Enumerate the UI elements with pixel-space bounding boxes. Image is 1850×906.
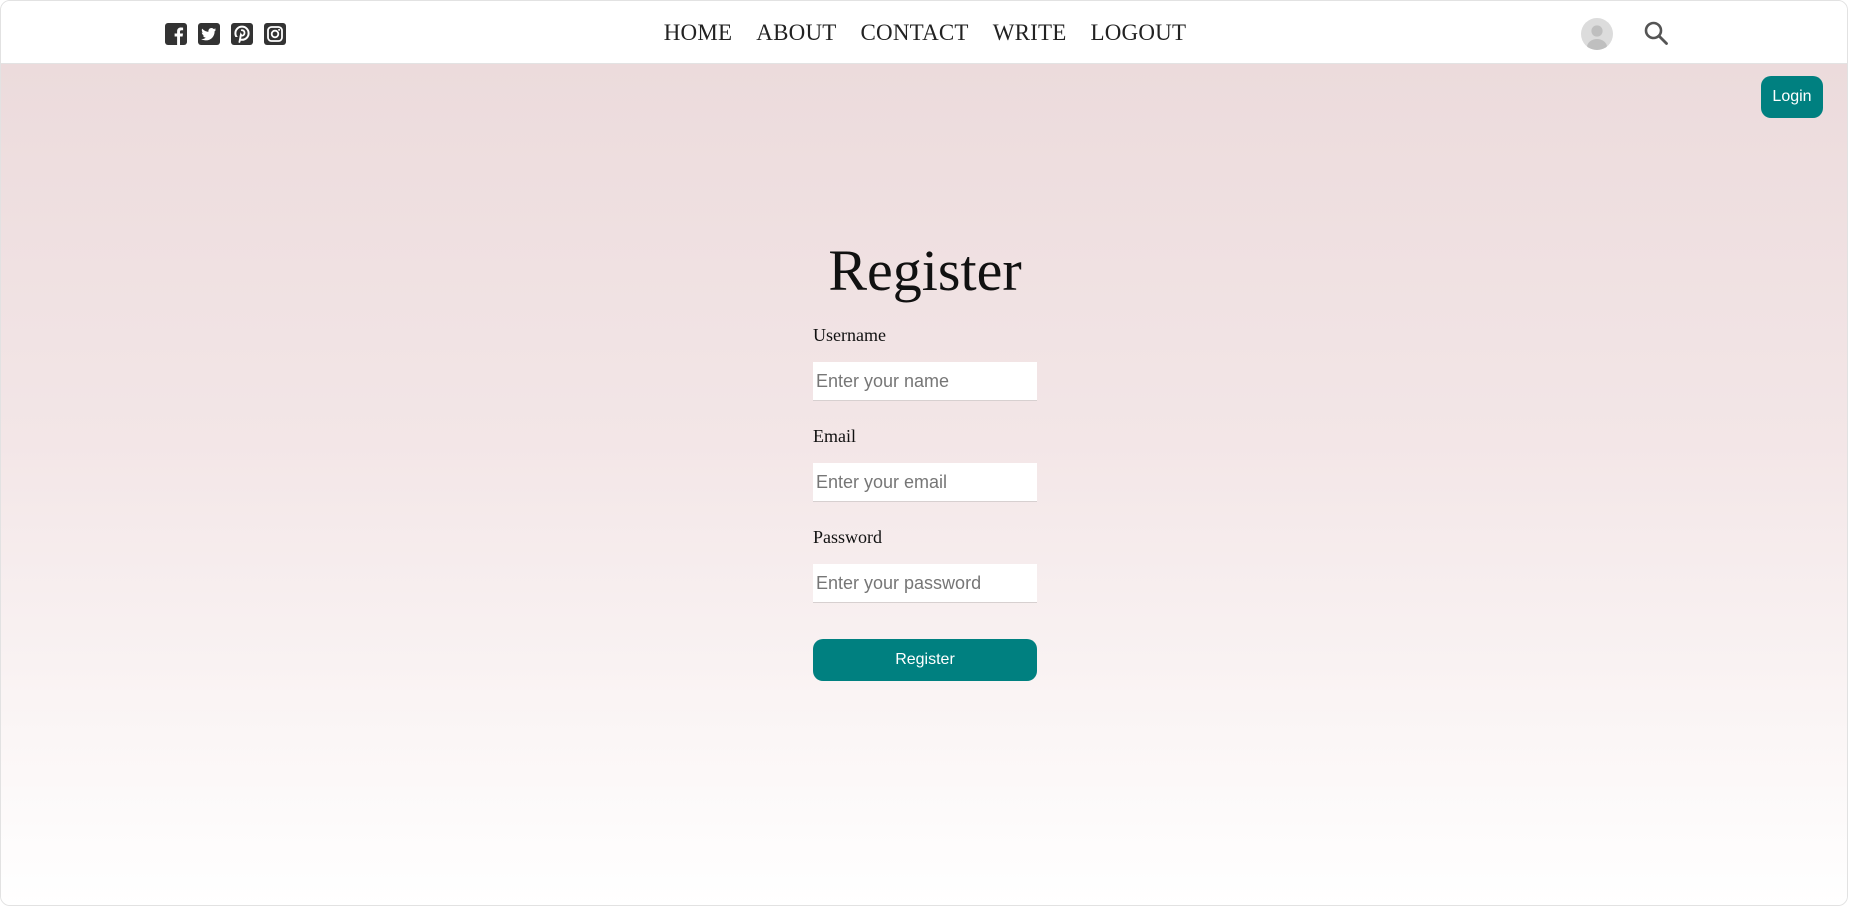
user-avatar-icon[interactable]: [1581, 18, 1613, 50]
username-label: Username: [813, 325, 886, 345]
password-label: Password: [813, 527, 883, 547]
top-bar: HOME ABOUT CONTACT WRITE LOGOUT: [1, 1, 1847, 64]
main-nav: HOME ABOUT CONTACT WRITE LOGOUT: [1, 18, 1847, 48]
register-form: Register Username Email Password Registe…: [813, 236, 1037, 681]
search-icon[interactable]: [1643, 20, 1669, 46]
avatar-silhouette: [1587, 25, 1607, 50]
nav-contact-link[interactable]: CONTACT: [861, 18, 969, 48]
email-input[interactable]: [813, 463, 1037, 502]
nav-home-link[interactable]: HOME: [664, 18, 733, 48]
nav-write-link[interactable]: WRITE: [993, 18, 1067, 48]
register-page: Login Register Username Email Password R…: [1, 64, 1847, 905]
password-input[interactable]: [813, 564, 1037, 603]
username-input[interactable]: [813, 362, 1037, 401]
email-label: Email: [813, 426, 856, 446]
login-button[interactable]: Login: [1761, 76, 1823, 118]
nav-logout-link[interactable]: LOGOUT: [1091, 18, 1187, 48]
nav-about-link[interactable]: ABOUT: [756, 18, 836, 48]
register-submit-button[interactable]: Register: [813, 639, 1037, 681]
register-title: Register: [828, 238, 1022, 303]
browser-page: HOME ABOUT CONTACT WRITE LOGOUT Login Re…: [0, 0, 1848, 906]
